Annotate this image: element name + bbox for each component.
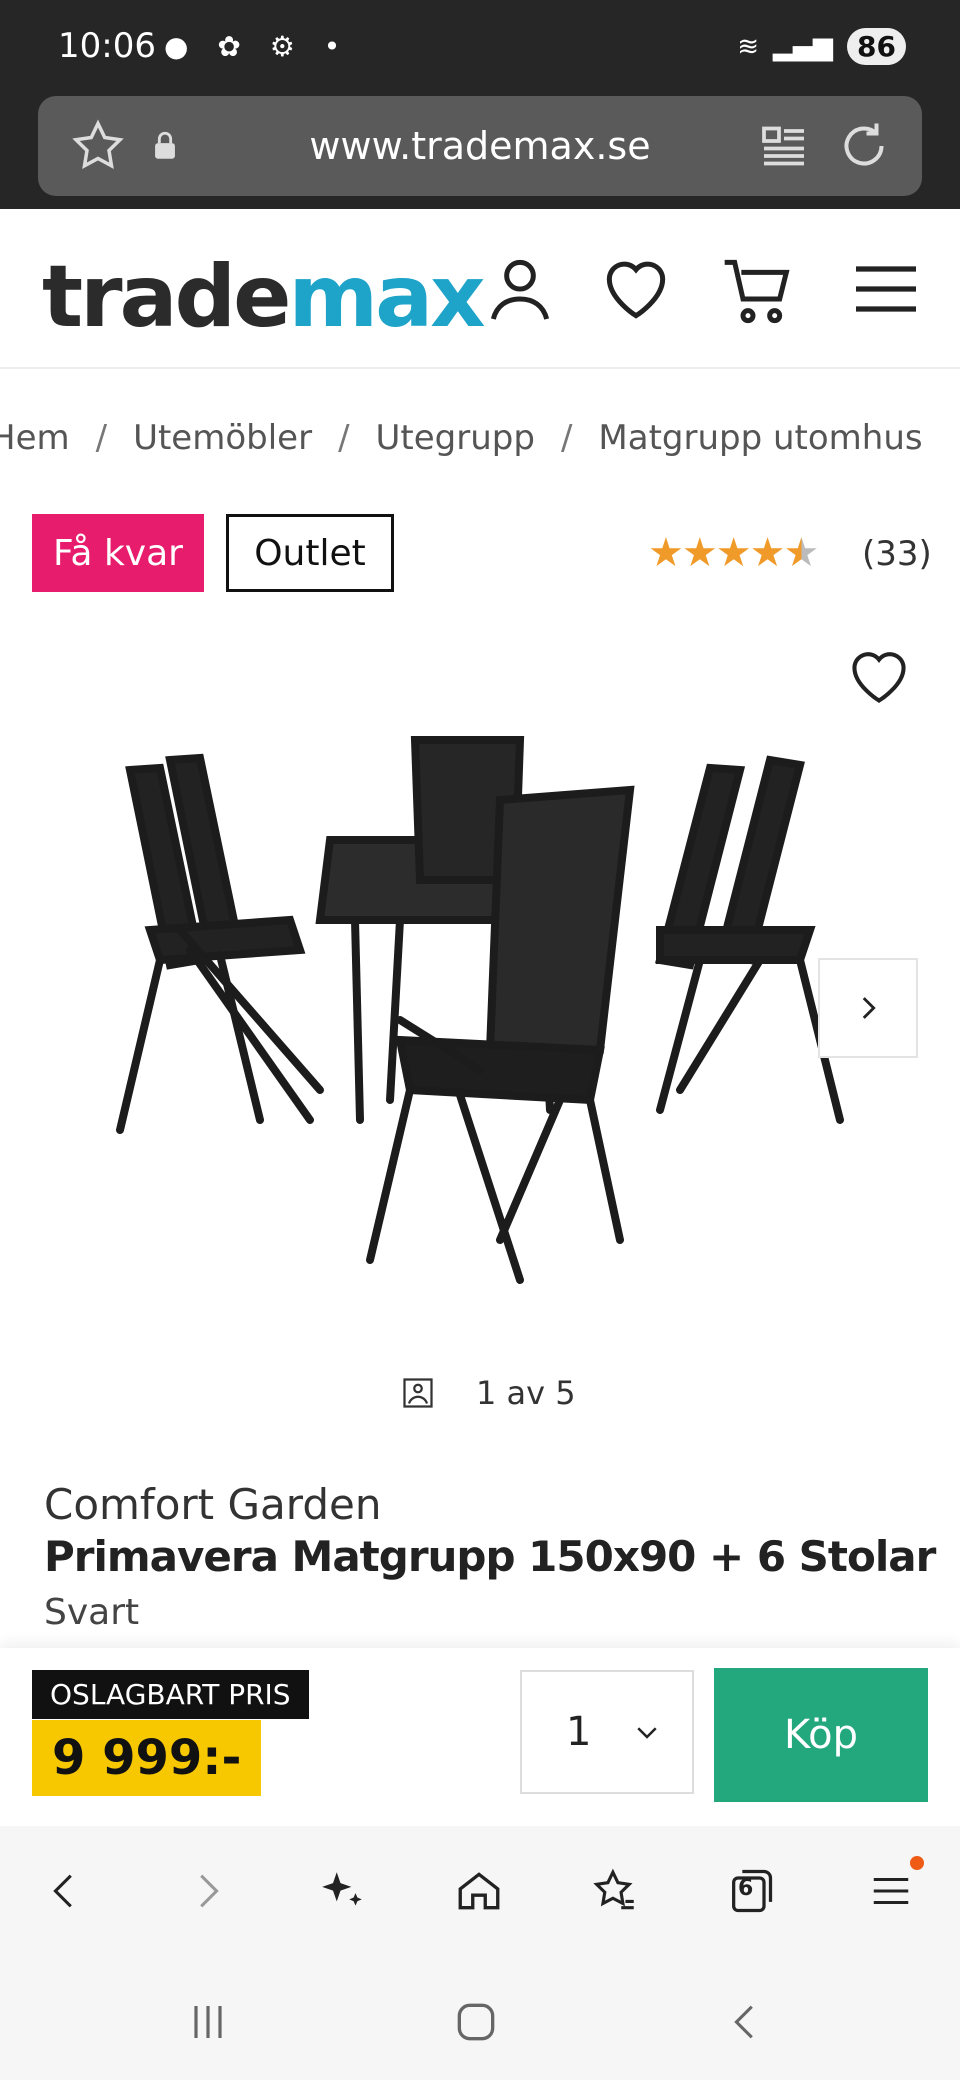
quantity-value: 1 <box>566 1709 592 1755</box>
breadcrumb-utegrupp[interactable]: Utegrupp <box>376 418 535 458</box>
home-circle-icon <box>457 2003 495 2041</box>
reload-icon[interactable] <box>834 116 894 176</box>
notification-dot <box>910 1856 924 1870</box>
recent-apps-icon <box>194 2006 222 2038</box>
price: 9 999:- <box>32 1720 262 1796</box>
tabs-button[interactable]: 6 <box>716 1856 786 1926</box>
site-header: trademax <box>0 209 960 369</box>
outlet-badge: Outlet <box>226 514 394 592</box>
breadcrumb-matgrupp[interactable]: Matgrupp utomhus <box>598 418 922 458</box>
price-label: OSLAGBART PRIS <box>32 1670 309 1719</box>
tab-count: 6 <box>738 1876 754 1901</box>
breadcrumb-home[interactable]: Hem <box>0 418 70 458</box>
chevron-down-icon <box>637 1727 657 1739</box>
favorite-heart-icon[interactable] <box>846 646 912 706</box>
image-counter: 1 av 5 <box>400 1374 576 1412</box>
trademax-logo[interactable]: trademax <box>42 247 486 347</box>
breadcrumb: Hem / Utemöbler / Utegrupp / Matgrupp utomhus <box>0 418 923 458</box>
bookmarks-star-icon <box>593 1868 634 1910</box>
battery-indicator: 86 <box>847 28 906 65</box>
back-nav-button[interactable] <box>716 1992 776 2052</box>
status-bar: 10:06 ● ✿ ⚙ • ≋ ▂▄▆ 86 <box>0 0 960 96</box>
address-bar[interactable]: www.trademax.se <box>38 96 922 196</box>
status-time: 10:06 <box>58 26 156 66</box>
rating-stars[interactable]: ★★★★★ <box>648 530 819 576</box>
system-nav-bar <box>0 1954 960 2080</box>
sparkles-icon <box>322 1872 362 1906</box>
cart-icon[interactable] <box>718 249 798 329</box>
product-name: Primavera Matgrupp 150x90 + 6 Stolar <box>44 1532 936 1581</box>
chevron-right-icon <box>862 997 876 1019</box>
product-color: Svart <box>44 1592 140 1633</box>
product-brand[interactable]: Comfort Garden <box>44 1480 381 1529</box>
chevron-right-icon <box>200 1874 219 1908</box>
notification-icons: ● ✿ ⚙ • <box>164 30 351 63</box>
browser-bottom-nav: 6 <box>0 1826 960 1954</box>
image-counter-text: 1 av 5 <box>476 1374 576 1412</box>
back-chevron-icon <box>734 2005 753 2039</box>
menu-icon[interactable] <box>846 249 926 329</box>
forward-button[interactable] <box>172 1856 242 1926</box>
quantity-select[interactable]: 1 <box>520 1670 694 1794</box>
back-button[interactable] <box>30 1856 100 1926</box>
home-button[interactable] <box>444 1856 514 1926</box>
few-left-badge: Få kvar <box>32 514 204 592</box>
image-icon <box>403 1378 433 1408</box>
signal-icon: ▂▄▆ <box>773 31 834 62</box>
home-icon <box>458 1872 500 1910</box>
chevron-left-icon <box>53 1874 72 1908</box>
bookmarks-button[interactable] <box>580 1856 650 1926</box>
recent-apps-button[interactable] <box>178 1992 238 2052</box>
status-right: ≋ ▂▄▆ 86 <box>737 28 906 65</box>
buy-bar: OSLAGBART PRIS 9 999:- 1 Köp <box>0 1648 960 1826</box>
home-nav-button[interactable] <box>446 1992 506 2052</box>
gallery-next-button[interactable] <box>818 958 918 1058</box>
account-icon[interactable] <box>480 249 560 329</box>
breadcrumb-utemobler[interactable]: Utemöbler <box>133 418 312 458</box>
rating-count[interactable]: (33) <box>862 534 932 574</box>
product-image[interactable] <box>100 720 860 1300</box>
hamburger-icon <box>873 1877 909 1905</box>
browser-toolbar: www.trademax.se <box>0 96 960 209</box>
browser-menu-button[interactable] <box>856 1856 926 1926</box>
reader-mode-icon[interactable] <box>754 116 814 176</box>
buy-button[interactable]: Köp <box>714 1668 928 1802</box>
wishlist-heart-icon[interactable] <box>596 249 676 329</box>
ai-assistant-button[interactable] <box>308 1856 378 1926</box>
wifi-icon: ≋ <box>737 31 760 62</box>
